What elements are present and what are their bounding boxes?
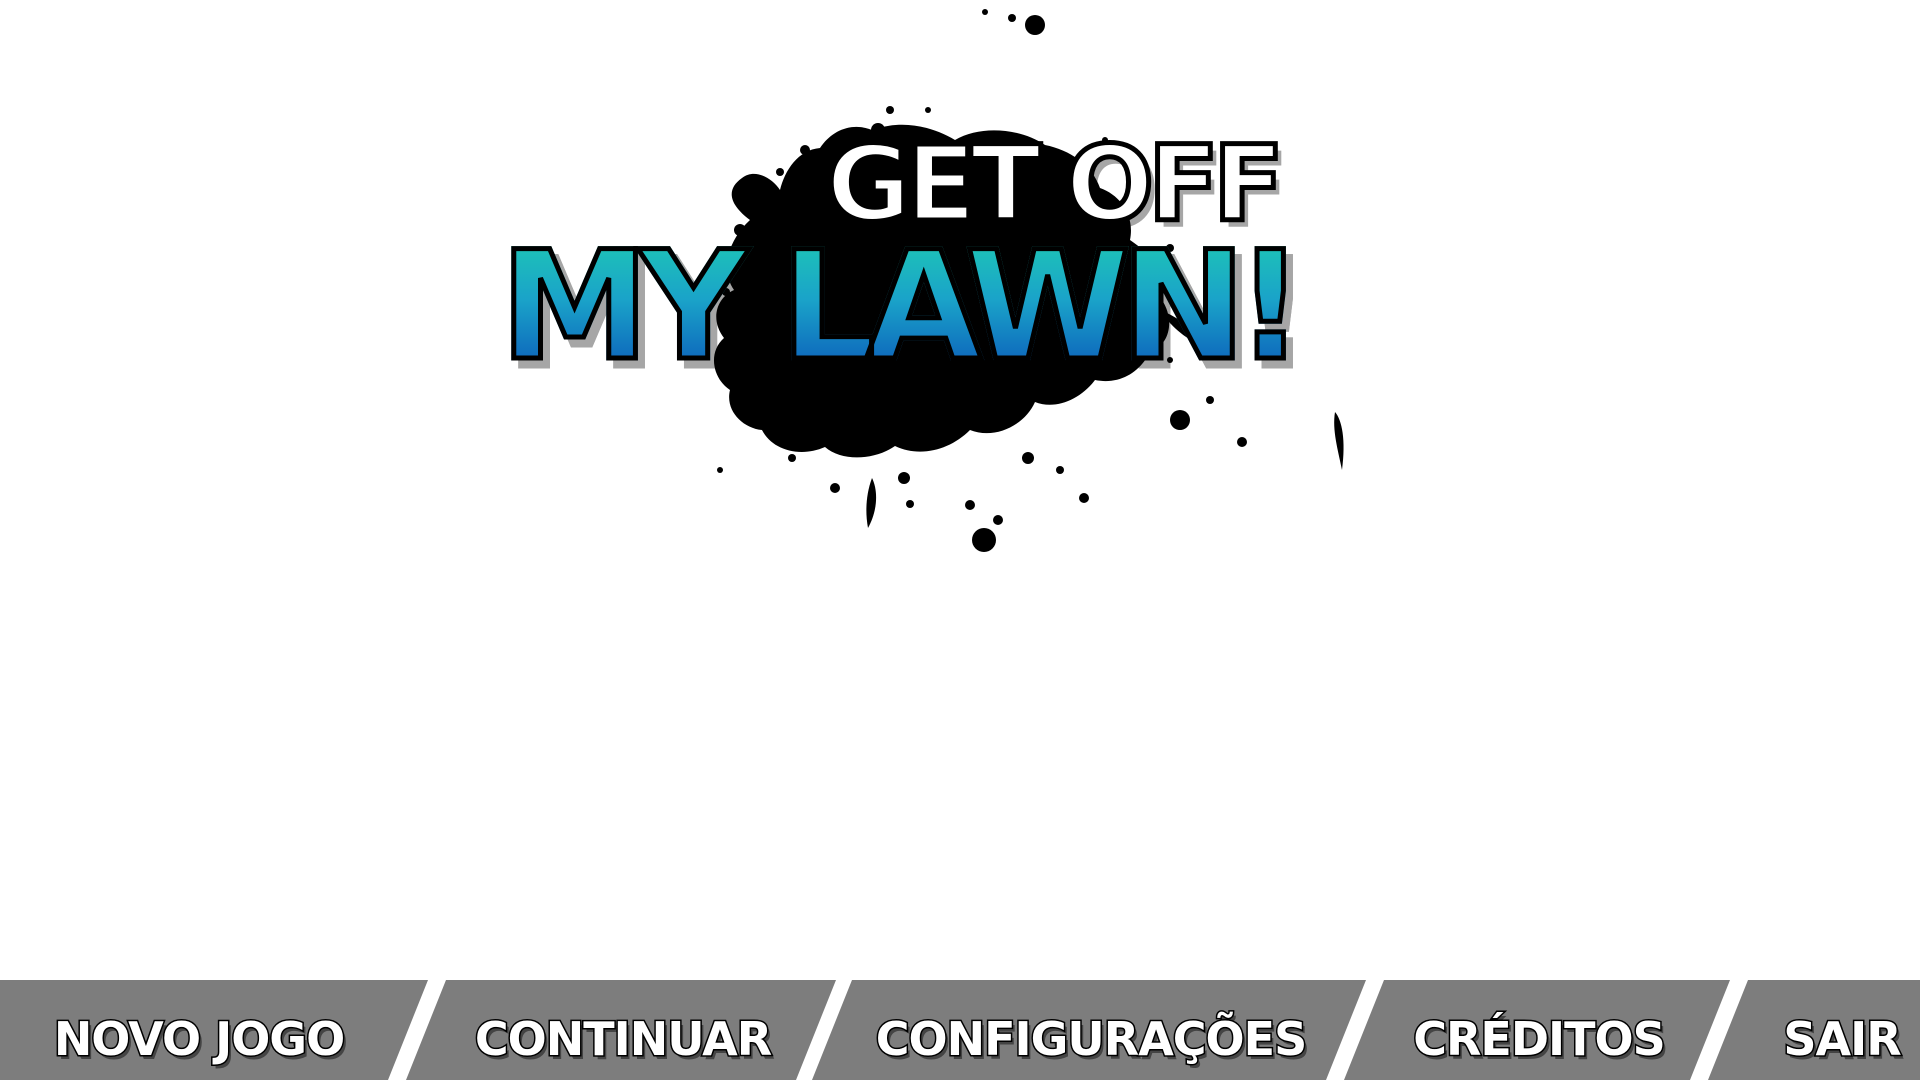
settings-label: CONFIGURAÇÕES xyxy=(875,1012,1307,1066)
credits-label: CRÉDITOS xyxy=(1413,1012,1665,1066)
credits-button[interactable]: CRÉDITOS xyxy=(1344,980,1730,1080)
exit-label: SAIR xyxy=(1782,1011,1903,1068)
exit-button[interactable]: SAIR xyxy=(1708,980,1920,1080)
settings-button[interactable]: CONFIGURAÇÕES xyxy=(812,980,1366,1080)
main-menu-bar: NOVO JOGO CONTINUAR CONFIGURAÇÕES CRÉDIT… xyxy=(0,980,1920,1080)
new-game-label: NOVO JOGO xyxy=(53,1012,345,1066)
game-logo: GET OFF MY LAWN! xyxy=(480,0,1380,600)
new-game-button[interactable]: NOVO JOGO xyxy=(0,980,428,1080)
logo-title-line-2: MY LAWN! xyxy=(497,220,1306,394)
main-menu-screen: GET OFF MY LAWN! NOVO JOGO CONTINUAR CON… xyxy=(0,0,1920,1080)
continue-label: CONTINUAR xyxy=(474,1012,772,1066)
continue-button[interactable]: CONTINUAR xyxy=(406,980,836,1080)
